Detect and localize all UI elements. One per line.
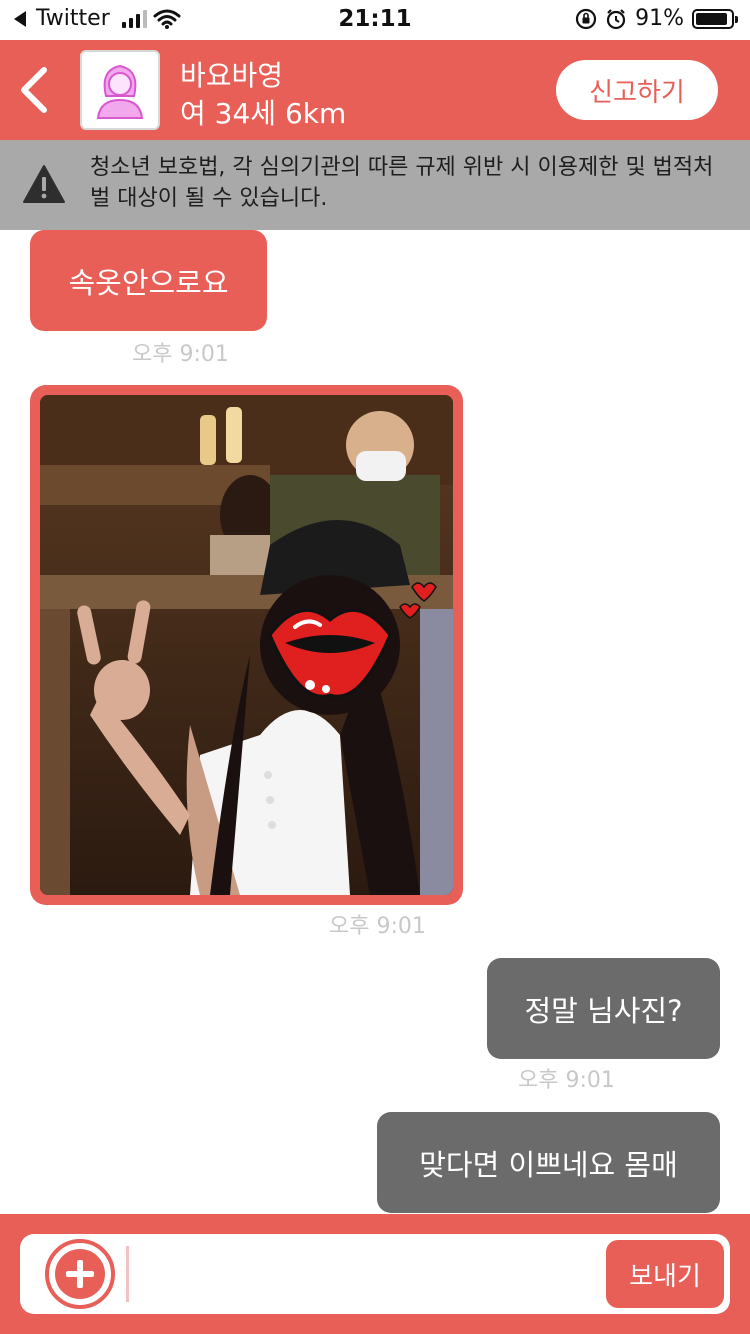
message-text-field[interactable] (126, 1246, 129, 1302)
chat-header: 바요바영 여 34세 6km 신고하기 (0, 40, 750, 140)
outgoing-message-bubble[interactable]: 정말 님사진? (487, 958, 720, 1059)
partner-name: 바요바영 (180, 59, 284, 92)
message-input-box[interactable]: 보내기 (20, 1234, 730, 1314)
chat-photo[interactable] (40, 395, 453, 895)
warning-banner: 청소년 보호법, 각 심의기관의 따른 규제 위반 시 이용제한 및 법적처벌 … (0, 140, 750, 230)
rotation-lock-icon (575, 8, 597, 29)
status-right: 91% (575, 6, 738, 31)
plus-circle-icon[interactable] (44, 1238, 116, 1310)
profile-avatar-icon (96, 64, 144, 119)
message-input-bar: 보내기 (0, 1214, 750, 1334)
message-text: 정말 님사진? (524, 993, 683, 1028)
battery-percent: 91% (635, 6, 684, 31)
incoming-image-message[interactable] (30, 385, 463, 905)
outgoing-message-bubble[interactable]: 맞다면 이쁘네요 몸매 (377, 1112, 720, 1213)
alarm-icon (606, 8, 626, 29)
incoming-message-bubble[interactable]: 속옷안으로요 (30, 230, 267, 331)
profile-avatar[interactable] (80, 50, 160, 130)
chevron-left-icon[interactable] (14, 64, 54, 116)
battery-fill (696, 12, 727, 25)
partner-meta: 여 34세 6km (180, 97, 347, 130)
photo-image (40, 395, 453, 895)
message-time: 오후 9:01 (518, 1068, 615, 1093)
message-time: 오후 9:01 (132, 342, 229, 367)
chat-messages[interactable]: 속옷안으로요 오후 9:01 오후 9:01 정말 님사진? 오후 9:01 맞… (0, 230, 750, 1214)
warning-text: 청소년 보호법, 각 심의기관의 따른 규제 위반 시 이용제한 및 법적처벌 … (90, 155, 714, 211)
report-button[interactable]: 신고하기 (556, 60, 718, 120)
battery-icon (692, 8, 738, 29)
message-text: 속옷안으로요 (68, 265, 229, 300)
message-text: 맞다면 이쁘네요 몸매 (419, 1147, 678, 1182)
send-button[interactable]: 보내기 (606, 1240, 724, 1308)
status-bar: Twitter 21:11 91% (0, 0, 750, 40)
message-time: 오후 9:01 (329, 914, 426, 939)
warning-icon (23, 165, 65, 203)
